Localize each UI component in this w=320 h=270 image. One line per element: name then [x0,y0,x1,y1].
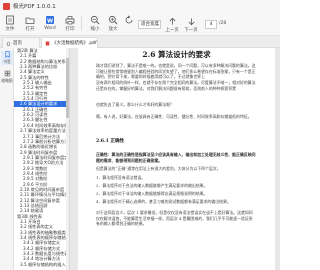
print-button[interactable]: 打印 [61,13,79,34]
print-button-label: 打印 [65,27,75,32]
zoom-out-label: 缩小 [90,27,100,32]
zoom-in-label: 放大 [108,27,118,32]
outline-item[interactable]: 2.9.2 推导大O阶方法 [14,160,69,165]
definition-paragraph: 正确性：算法的正确性是指算法至少应该具有输入、输出和加工处理无歧义性、能正确反映… [96,152,256,163]
home-icon [6,41,11,46]
tab-document[interactable]: 《大话数据结构》.pdf × [41,37,98,48]
paragraph: 刚才我们讲到了，算法不是唯一的。也就是说，同一个问题，可以有多种解决问题的算法。… [96,63,256,80]
zoom-select[interactable]: 适合宽度 ▾ [138,20,161,29]
outline-item[interactable]: 2.7 算法效率的度量方法 [14,128,69,133]
outline-scrollbar[interactable] [66,48,69,270]
word-convert-button[interactable]: W Word [41,13,59,34]
tab-bar: 首页 《大话数据结构》.pdf × [0,36,280,48]
window-title: 极光PDF 1.0.0.1 [13,4,56,10]
zoom-out-button[interactable]: 缩小 [86,13,104,34]
arrow-down-icon [188,18,194,26]
paragraph: 嗯，有人说，好算法，应该具有正确性、可读性、健壮性、时间效率高和存储量低的特征。 [96,114,252,119]
next-page-button[interactable]: 下一页 [183,15,199,34]
printer-icon [65,16,75,25]
page-total: /28 [219,21,227,26]
paragraph: 也就失去了意义。那么什么才叫好的算法呢？ [96,102,174,107]
list-item: 4．算法程序对于精心选择的，甚至刁难的测试数据都有满足要求的输出结果。 [96,199,231,204]
side-rail: 书签 缩略图 [0,48,14,270]
page-number-input[interactable]: 4 [205,20,217,29]
word-button-label: Word [44,26,56,31]
paragraph: 没有两片相同的树叶一样，也就不存在两个完全相同的算法。尽管算法不唯一，相对好的算… [96,80,256,91]
svg-text:W: W [47,18,53,24]
rail-thumbnails-label: 缩略图 [1,78,13,83]
outline-list: 第2章 算法 2.1 开篇 2.2 数据结构与算法关系 2.3 两种算法的比较 2.4 … [14,48,69,267]
open-folder-icon [25,17,35,24]
section-heading: 2.6 算法设计的要求 [142,50,211,59]
list-item: 1．算法程序没有语法错误。 [96,175,146,180]
outline-scroll-thumb[interactable] [66,58,69,118]
list-item: 2．算法程序对于合法的输入数据能够产生满足要求的输出结果。 [96,183,208,188]
zoom-out-icon [90,15,100,25]
thumbnail-icon [4,70,10,77]
close-icon[interactable]: × [91,38,95,48]
paragraph: 但是算法的“正确”通常在用法上有很大的差别，大体分为以下四个层次。 [96,166,221,171]
page-number-value: 4 [209,22,213,27]
app-logo-icon [3,2,10,10]
open-button[interactable]: 打开 [21,13,39,34]
prev-page-button[interactable]: 上一页 [164,15,180,34]
list-item: 3．算法程序对于非法的输入数据能够得出满足规格说明的结果。 [96,191,208,196]
toolbar: 文件 打开 W Word 打印 缩小 放大 适合宽度 ▾ 上一页 下一页 4 /… [0,12,280,36]
subsection-heading: 2.6.1 正确性 [96,139,125,144]
tab-home[interactable]: 首页 [2,37,40,48]
arrow-up-icon [169,17,175,25]
file-icon [6,15,14,25]
document-viewer[interactable]: 2.6 算法设计的要求 刚才我们讲到了，算法不是唯一的。也就是说，同一个问题，可… [70,48,280,270]
tab-home-label: 首页 [13,41,22,46]
tab-document-label: 《大话数据结构》.pdf [52,41,97,46]
outline-item[interactable]: 3.5 顺序存储结构的插入与删除 [14,262,69,267]
paragraph: 对于这四层含义，层次 1 要求最低，但是仅仅没有语法错误实在谈不上是好算法。这就… [96,210,253,227]
outline-panel: 第2章 算法 2.1 开篇 2.2 数据结构与算法关系 2.3 两种算法的比较 2.4 … [14,48,70,270]
title-bar: 极光PDF 1.0.0.1 [0,0,280,12]
file-button[interactable]: 文件 [1,13,19,34]
rotate-button[interactable] [120,13,138,34]
toolbar-divider [81,16,82,31]
chevron-down-icon: ▾ [156,22,159,27]
open-button-label: 打开 [25,27,35,32]
bookmark-icon [4,51,10,58]
rail-thumbnails[interactable]: 缩略图 [1,70,13,84]
pdf-file-icon [45,41,50,46]
zoom-in-icon [108,15,118,25]
rail-bookmarks[interactable]: 书签 [1,51,13,65]
pdf-page: 2.6 算法设计的要求 刚才我们讲到了，算法不是唯一的。也就是说，同一个问题，可… [78,48,275,270]
outline-item[interactable]: 2.11 最坏情况与平均情况 [14,192,69,197]
rotate-icon [125,15,133,24]
prev-page-label: 上一页 [165,28,179,33]
rail-bookmarks-label: 书签 [3,59,11,64]
word-icon: W [46,16,54,24]
file-button-label: 文件 [5,27,15,32]
next-page-label: 下一页 [184,28,198,33]
